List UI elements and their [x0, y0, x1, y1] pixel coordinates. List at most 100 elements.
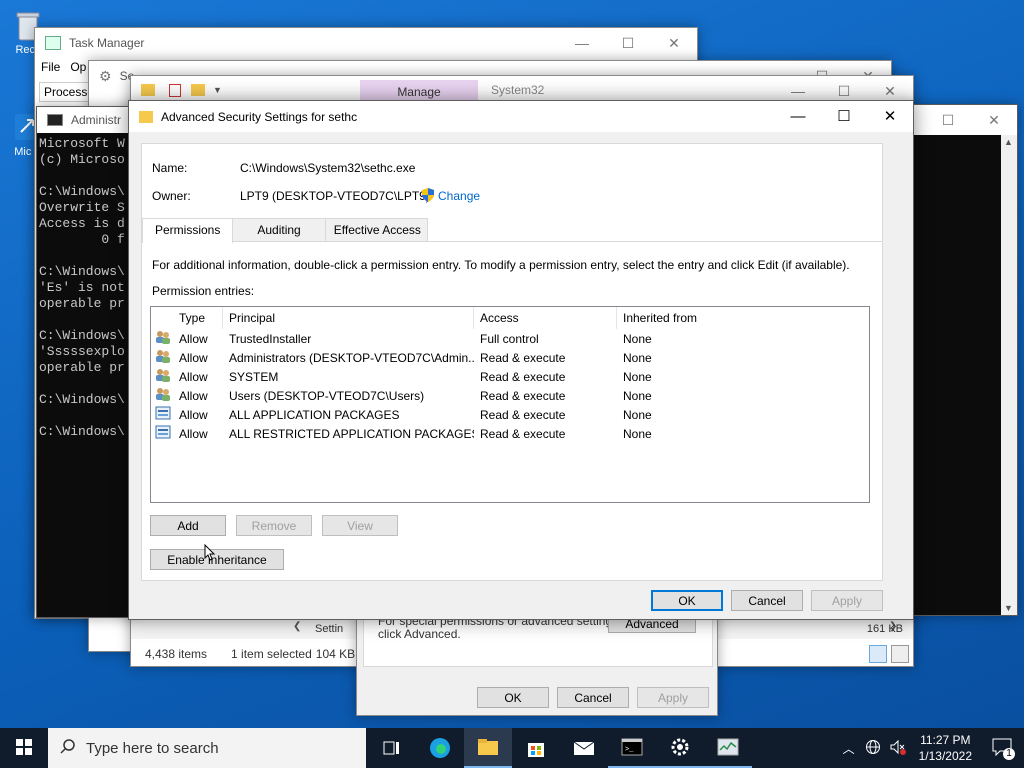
- start-button[interactable]: [0, 728, 48, 768]
- maximize-button[interactable]: ☐: [821, 101, 867, 131]
- users-icon: [151, 368, 173, 385]
- folder-icon: [139, 110, 153, 123]
- scroll-down-icon[interactable]: ▼: [1004, 603, 1013, 613]
- properties-apply-button[interactable]: Apply: [637, 687, 709, 708]
- task-manager-menu-file[interactable]: File: [41, 60, 60, 74]
- scroll-up-icon[interactable]: ▲: [1004, 137, 1013, 147]
- maximize-button[interactable]: ☐: [925, 105, 971, 135]
- task-manager-titlebar[interactable]: Task Manager — ☐ ✕: [35, 28, 697, 58]
- dialog-titlebar[interactable]: Advanced Security Settings for sethc — ☐ ✕: [129, 101, 913, 132]
- search-icon: [60, 738, 76, 758]
- ok-button[interactable]: OK: [651, 590, 723, 611]
- cmd-scrollbar[interactable]: ▲ ▼: [1001, 135, 1017, 615]
- minimize-button[interactable]: —: [559, 28, 605, 58]
- permission-row[interactable]: Allow Administrators (DESKTOP-VTEOD7C\Adm…: [151, 348, 869, 367]
- properties-ok-button[interactable]: OK: [477, 687, 549, 708]
- name-value: C:\Windows\System32\sethc.exe: [240, 161, 416, 175]
- change-owner-link[interactable]: Change: [438, 189, 480, 203]
- taskbar: Type here to search >_ ︿ 11:27 PM 1/13/2…: [0, 728, 1024, 768]
- notification-center-button[interactable]: 1: [980, 728, 1024, 768]
- edge-icon[interactable]: [416, 728, 464, 768]
- row-type: Allow: [179, 331, 208, 346]
- clock-date: 1/13/2022: [918, 749, 972, 763]
- remove-button[interactable]: Remove: [236, 515, 312, 536]
- task-view-icon[interactable]: [368, 728, 416, 768]
- close-button[interactable]: ✕: [651, 28, 697, 58]
- store-icon[interactable]: [512, 728, 560, 768]
- row-inherited-from: None: [623, 369, 652, 384]
- close-button[interactable]: ✕: [971, 105, 1017, 135]
- row-inherited-from: None: [623, 350, 652, 365]
- row-access: Read & execute: [480, 426, 566, 441]
- minimize-button[interactable]: —: [775, 101, 821, 131]
- add-button[interactable]: Add: [150, 515, 226, 536]
- task-manager-icon[interactable]: [704, 728, 752, 768]
- tab-permissions[interactable]: Permissions: [142, 218, 234, 243]
- permission-entries-label: Permission entries:: [152, 284, 255, 298]
- cmd-right-titlebar[interactable]: ☐ ✕: [907, 105, 1017, 135]
- permission-entries-list[interactable]: Type Principal Access Inherited from All…: [150, 306, 870, 503]
- permission-row[interactable]: Allow Users (DESKTOP-VTEOD7C\Users) Read &…: [151, 386, 869, 405]
- tab-auditing[interactable]: Auditing: [232, 218, 326, 242]
- row-principal: ALL RESTRICTED APPLICATION PACKAGES: [229, 426, 474, 441]
- tab-effective-access[interactable]: Effective Access: [324, 218, 428, 242]
- notification-count-badge: 1: [1003, 748, 1015, 760]
- details-view-icon[interactable]: [869, 645, 887, 663]
- cmd-window[interactable]: Administr Microsoft W (c) Microso C:\Win…: [36, 106, 136, 618]
- search-placeholder: Type here to search: [86, 739, 219, 757]
- dialog-tabs: Permissions Auditing Effective Access: [142, 218, 428, 243]
- mail-icon[interactable]: [560, 728, 608, 768]
- info-text: For additional information, double-click…: [152, 258, 850, 272]
- explorer-title: System32: [491, 83, 545, 97]
- large-icons-view-icon[interactable]: [891, 645, 909, 663]
- close-button[interactable]: ✕: [867, 101, 913, 131]
- apply-button[interactable]: Apply: [811, 590, 883, 611]
- cancel-button[interactable]: Cancel: [731, 590, 803, 611]
- row-type: Allow: [179, 426, 208, 441]
- scroll-left-icon[interactable]: ❮: [293, 621, 301, 632]
- clock[interactable]: 11:27 PM 1/13/2022: [911, 732, 980, 764]
- advanced-security-dialog[interactable]: Advanced Security Settings for sethc — ☐ ✕…: [128, 100, 914, 620]
- cmd-titlebar[interactable]: Administr: [37, 107, 135, 133]
- settings-gear-icon[interactable]: [656, 728, 704, 768]
- permission-rows: Allow TrustedInstaller Full control None All…: [151, 329, 869, 443]
- dialog-title: Advanced Security Settings for sethc: [161, 109, 358, 124]
- permission-row[interactable]: Allow SYSTEM Read & execute None: [151, 367, 869, 386]
- status-selected: 1 item selected: [231, 647, 312, 661]
- permission-row[interactable]: Allow ALL RESTRICTED APPLICATION PACKAGES…: [151, 424, 869, 443]
- view-button[interactable]: View: [322, 515, 398, 536]
- volume-muted-icon[interactable]: [885, 739, 911, 758]
- chevron-down-icon[interactable]: ▼: [213, 85, 222, 95]
- command-prompt-icon[interactable]: >_: [608, 728, 656, 768]
- row-access: Full control: [480, 331, 539, 346]
- cmd-window-right[interactable]: ☐ ✕ ▲ ▼: [906, 104, 1018, 616]
- column-principal[interactable]: Principal: [223, 307, 474, 329]
- properties-info-panel: For special permissions or advanced sett…: [363, 613, 713, 667]
- cmd-text: Microsoft W (c) Microso C:\Windows\ Over…: [39, 136, 125, 439]
- permission-row[interactable]: Allow TrustedInstaller Full control None: [151, 329, 869, 348]
- column-inherited-from[interactable]: Inherited from: [617, 307, 867, 329]
- column-type[interactable]: Type: [173, 307, 223, 329]
- column-access[interactable]: Access: [474, 307, 617, 329]
- properties-dialog[interactable]: For special permissions or advanced sett…: [356, 612, 718, 716]
- tab-divider: [142, 241, 882, 242]
- row-inherited-from: None: [623, 426, 652, 441]
- row-inherited-from: None: [623, 388, 652, 403]
- package-icon: [151, 425, 173, 442]
- row-type: Allow: [179, 407, 208, 422]
- task-manager-menu-options[interactable]: Op: [70, 60, 86, 74]
- status-item-count: 4,438 items: [145, 647, 208, 661]
- system-tray: ︿ 11:27 PM 1/13/2022 1: [837, 728, 1024, 768]
- row-principal: SYSTEM: [229, 369, 279, 384]
- permission-row[interactable]: Allow ALL APPLICATION PACKAGES Read & exec…: [151, 405, 869, 424]
- dialog-content-panel: Name: C:\Windows\System32\sethc.exe Owne…: [141, 143, 883, 581]
- row-principal: ALL APPLICATION PACKAGES: [229, 407, 400, 422]
- file-explorer-icon[interactable]: [464, 728, 512, 768]
- maximize-button[interactable]: ☐: [605, 28, 651, 58]
- enable-inheritance-button[interactable]: Enable inheritance: [150, 549, 284, 570]
- cmd-output[interactable]: Microsoft W (c) Microso C:\Windows\ Over…: [39, 136, 133, 616]
- search-box[interactable]: Type here to search: [48, 728, 366, 768]
- network-icon[interactable]: [861, 739, 885, 758]
- chevron-up-icon[interactable]: ︿: [837, 740, 861, 757]
- properties-cancel-button[interactable]: Cancel: [557, 687, 629, 708]
